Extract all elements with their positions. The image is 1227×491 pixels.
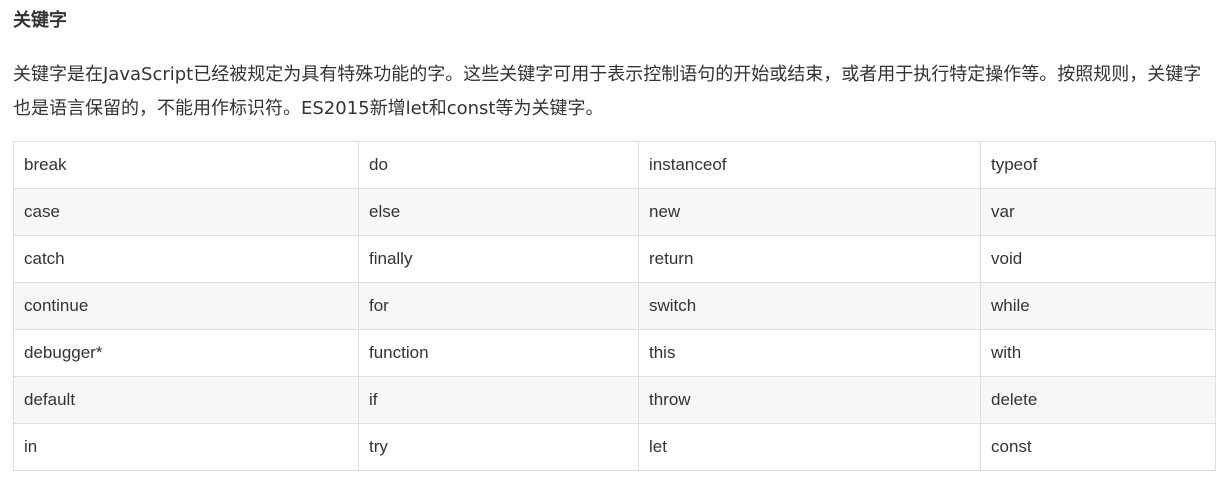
table-cell: do — [358, 141, 639, 189]
table-cell: if — [358, 376, 639, 424]
table-cell: void — [980, 235, 1216, 283]
table-cell: let — [638, 423, 981, 471]
table-cell: debugger* — [13, 329, 359, 377]
table-cell: delete — [980, 376, 1216, 424]
section-heading: 关键字 — [13, 10, 67, 31]
table-cell: in — [13, 423, 359, 471]
table-cell: catch — [13, 235, 359, 283]
table-cell: for — [358, 282, 639, 330]
table-row: default if throw delete — [13, 376, 1216, 424]
table-cell: const — [980, 423, 1216, 471]
table-row: case else new var — [13, 188, 1216, 236]
table-cell: break — [13, 141, 359, 189]
table-cell: function — [358, 329, 639, 377]
table-row: debugger* function this with — [13, 329, 1216, 377]
table-row: continue for switch while — [13, 282, 1216, 330]
table-cell: case — [13, 188, 359, 236]
table-row: in try let const — [13, 423, 1216, 471]
table-cell: with — [980, 329, 1216, 377]
table-cell: throw — [638, 376, 981, 424]
table-cell: var — [980, 188, 1216, 236]
table-cell: else — [358, 188, 639, 236]
table-cell: finally — [358, 235, 639, 283]
table-cell: this — [638, 329, 981, 377]
table-cell: return — [638, 235, 981, 283]
table-cell: switch — [638, 282, 981, 330]
table-cell: instanceof — [638, 141, 981, 189]
keywords-table: break do instanceof typeof case else new… — [13, 141, 1216, 471]
table-cell: try — [358, 423, 639, 471]
table-cell: typeof — [980, 141, 1216, 189]
table-cell: while — [980, 282, 1216, 330]
table-cell: default — [13, 376, 359, 424]
table-row: catch finally return void — [13, 235, 1216, 283]
table-row: break do instanceof typeof — [13, 141, 1216, 189]
table-cell: new — [638, 188, 981, 236]
table-cell: continue — [13, 282, 359, 330]
intro-paragraph: 关键字是在JavaScript已经被规定为具有特殊功能的字。这些关键字可用于表示… — [13, 64, 1202, 119]
